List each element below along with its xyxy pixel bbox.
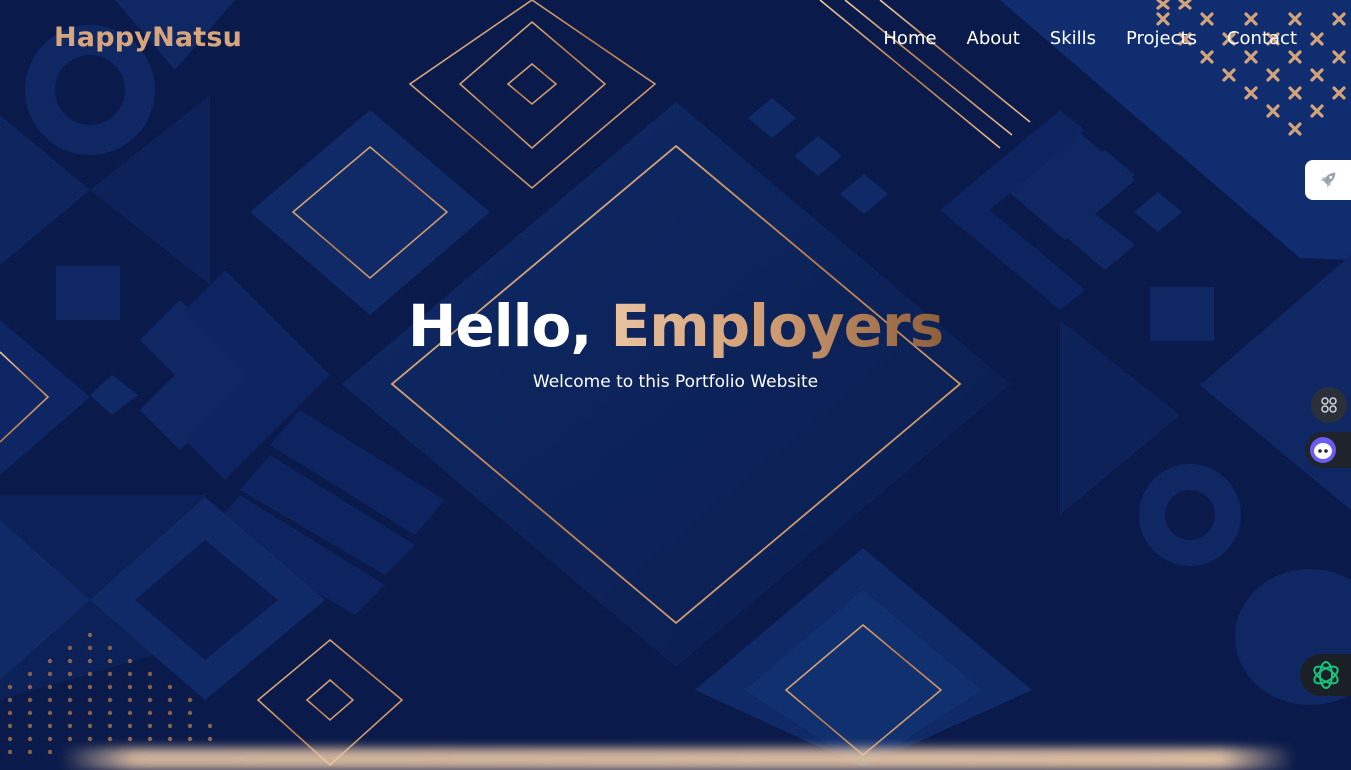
assistant-button[interactable]	[1305, 432, 1351, 468]
nav-home[interactable]: Home	[883, 28, 936, 49]
rocket-tab[interactable]	[1305, 160, 1351, 200]
rocket-icon	[1320, 172, 1336, 188]
hero-subtitle: Welcome to this Portfolio Website	[532, 372, 819, 392]
openai-icon	[1313, 661, 1339, 689]
hero: Hello, Employers Welcome to this Portfol…	[0, 292, 1351, 392]
nav-projects[interactable]: Projects	[1126, 28, 1197, 49]
chatgpt-button[interactable]	[1300, 654, 1351, 696]
nav-contact[interactable]: Contact	[1227, 28, 1297, 49]
assistant-face-icon	[1310, 437, 1336, 463]
nav-about[interactable]: About	[967, 28, 1020, 49]
apps-button[interactable]	[1311, 387, 1347, 423]
apps-grid-icon	[1321, 397, 1337, 413]
hero-title: Hello, Employers	[0, 292, 1351, 360]
brand-logo[interactable]: HappyNatsu	[54, 22, 242, 53]
main-nav: Home About Skills Projects Contact	[883, 28, 1297, 49]
nav-skills[interactable]: Skills	[1050, 28, 1096, 49]
hero-audience: Employers	[610, 292, 945, 360]
hero-greeting: Hello,	[407, 292, 593, 360]
